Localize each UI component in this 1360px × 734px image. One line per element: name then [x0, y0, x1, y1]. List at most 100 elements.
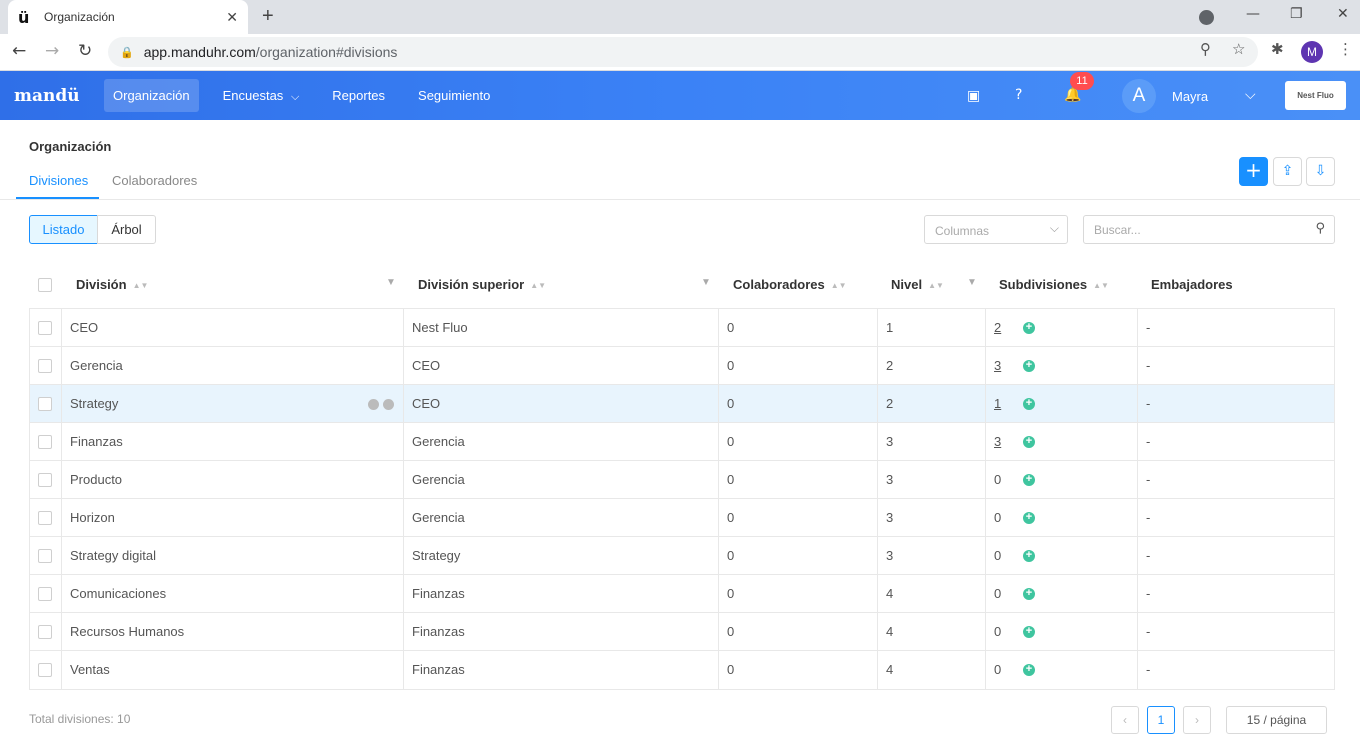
subdivisions-link[interactable]: 2: [994, 320, 1001, 335]
briefcase-icon[interactable]: ▣: [967, 88, 980, 104]
sort-icon[interactable]: ▲▼: [1093, 281, 1109, 290]
sort-icon[interactable]: ▲▼: [928, 281, 944, 290]
add-subdivision-icon[interactable]: +: [1023, 474, 1035, 486]
col-collaborators[interactable]: Colaboradores ▲▼: [733, 277, 847, 292]
zoom-icon[interactable]: ⚲: [1200, 40, 1211, 58]
col-subdivisions[interactable]: Subdivisiones ▲▼: [999, 277, 1109, 292]
chevron-down-icon[interactable]: ⌵: [1245, 87, 1256, 103]
row-checkbox[interactable]: [38, 625, 52, 639]
cell-division[interactable]: Recursos Humanos: [61, 613, 403, 651]
add-subdivision-icon[interactable]: +: [1023, 626, 1035, 638]
cell-division[interactable]: Strategy: [61, 385, 403, 423]
page-button[interactable]: 1: [1147, 706, 1175, 734]
col-division[interactable]: División ▲▼: [76, 277, 148, 292]
row-checkbox[interactable]: [38, 663, 52, 677]
row-checkbox[interactable]: [38, 473, 52, 487]
cell-division[interactable]: Finanzas: [61, 423, 403, 461]
close-tab-icon[interactable]: ✕: [226, 9, 238, 26]
subdivisions-link[interactable]: 3: [994, 358, 1001, 373]
browser-tab[interactable]: ü Organización ✕: [8, 0, 248, 34]
search-icon[interactable]: ⚲: [1315, 221, 1325, 236]
minimize-icon[interactable]: —: [1246, 6, 1260, 22]
brand-logo[interactable]: mandü: [14, 86, 104, 106]
table-row[interactable]: Strategy digital Strategy 0 3 0 + -: [30, 537, 1334, 575]
row-checkbox[interactable]: [38, 511, 52, 525]
view-arbol-button[interactable]: Árbol: [97, 215, 156, 244]
add-subdivision-icon[interactable]: +: [1023, 398, 1035, 410]
download-icon[interactable]: ⇩: [1306, 157, 1335, 186]
extensions-icon[interactable]: ✱: [1271, 40, 1284, 58]
table-row[interactable]: CEO Nest Fluo 0 1 2 + -: [30, 309, 1334, 347]
cell-division[interactable]: Horizon: [61, 499, 403, 537]
add-subdivision-icon[interactable]: +: [1023, 436, 1035, 448]
cell-division[interactable]: CEO: [61, 309, 403, 347]
nav-reportes[interactable]: Reportes: [323, 79, 394, 112]
subdivisions-link[interactable]: 1: [994, 396, 1001, 411]
col-parent[interactable]: División superior ▲▼: [418, 277, 546, 292]
select-all-checkbox[interactable]: [38, 278, 52, 292]
profile-avatar[interactable]: M: [1301, 41, 1323, 63]
forward-icon[interactable]: →: [45, 41, 59, 61]
table-row[interactable]: Ventas Finanzas 0 4 0 + -: [30, 651, 1334, 689]
chrome-menu-icon[interactable]: ⋮: [1338, 40, 1353, 58]
row-checkbox[interactable]: [38, 435, 52, 449]
user-name[interactable]: Mayra: [1172, 89, 1208, 104]
add-subdivision-icon[interactable]: +: [1023, 360, 1035, 372]
add-subdivision-icon[interactable]: +: [1023, 512, 1035, 524]
cell-division[interactable]: Strategy digital: [61, 537, 403, 575]
tab-colaboradores[interactable]: Colaboradores: [112, 173, 197, 188]
sort-icon[interactable]: ▲▼: [530, 281, 546, 290]
add-subdivision-icon[interactable]: +: [1023, 322, 1035, 334]
add-subdivision-icon[interactable]: +: [1023, 664, 1035, 676]
row-checkbox[interactable]: [38, 359, 52, 373]
search-input[interactable]: Buscar... ⚲: [1083, 215, 1335, 244]
upload-icon[interactable]: ⇪: [1273, 157, 1302, 186]
table-row[interactable]: Producto Gerencia 0 3 0 + -: [30, 461, 1334, 499]
prev-page-button[interactable]: ‹: [1111, 706, 1139, 734]
subdivisions-link[interactable]: 3: [994, 434, 1001, 449]
row-checkbox[interactable]: [38, 587, 52, 601]
next-page-button[interactable]: ›: [1183, 706, 1211, 734]
table-row[interactable]: Strategy CEO 0 2 1 + -: [30, 385, 1334, 423]
nav-organizacion[interactable]: Organización: [104, 79, 199, 112]
chrome-profile-icon[interactable]: [1199, 10, 1214, 25]
cell-division[interactable]: Gerencia: [61, 347, 403, 385]
filter-icon[interactable]: ▼: [701, 277, 711, 288]
filter-icon[interactable]: ▼: [967, 277, 977, 288]
nav-seguimiento[interactable]: Seguimiento: [409, 79, 499, 112]
table-row[interactable]: Recursos Humanos Finanzas 0 4 0 + -: [30, 613, 1334, 651]
table-row[interactable]: Gerencia CEO 0 2 3 + -: [30, 347, 1334, 385]
delete-icon[interactable]: [383, 399, 394, 410]
sort-icon[interactable]: ▲▼: [831, 281, 847, 290]
close-window-icon[interactable]: ✕: [1337, 6, 1349, 22]
new-tab-icon[interactable]: +: [262, 5, 274, 28]
cell-division[interactable]: Producto: [61, 461, 403, 499]
filter-icon[interactable]: ▼: [386, 277, 396, 288]
cell-division[interactable]: Ventas: [61, 651, 403, 689]
url-field[interactable]: 🔒 app.manduhr.com/organization#divisions: [108, 37, 1258, 67]
reload-icon[interactable]: ↻: [78, 41, 92, 61]
restore-icon[interactable]: ❐: [1290, 6, 1303, 22]
add-subdivision-icon[interactable]: +: [1023, 550, 1035, 562]
tab-divisiones[interactable]: Divisiones: [29, 173, 88, 188]
cell-division[interactable]: Comunicaciones: [61, 575, 403, 613]
row-checkbox[interactable]: [38, 397, 52, 411]
page-size-select[interactable]: 15 / página: [1226, 706, 1327, 734]
col-level[interactable]: Nivel ▲▼: [891, 277, 944, 292]
columns-select[interactable]: Columnas ⌵: [924, 215, 1068, 244]
row-checkbox[interactable]: [38, 321, 52, 335]
edit-icon[interactable]: [368, 399, 379, 410]
table-row[interactable]: Comunicaciones Finanzas 0 4 0 + -: [30, 575, 1334, 613]
bookmark-star-icon[interactable]: ☆: [1232, 40, 1245, 58]
company-logo[interactable]: Nest Fluo: [1285, 81, 1346, 110]
sort-icon[interactable]: ▲▼: [133, 281, 149, 290]
row-checkbox[interactable]: [38, 549, 52, 563]
help-icon[interactable]: ?: [1015, 87, 1022, 103]
add-subdivision-icon[interactable]: +: [1023, 588, 1035, 600]
table-row[interactable]: Horizon Gerencia 0 3 0 + -: [30, 499, 1334, 537]
back-icon[interactable]: ←: [12, 41, 26, 61]
table-row[interactable]: Finanzas Gerencia 0 3 3 + -: [30, 423, 1334, 461]
view-listado-button[interactable]: Listado: [29, 215, 98, 244]
user-avatar[interactable]: A: [1122, 79, 1156, 113]
nav-encuestas[interactable]: Encuestas ⌵: [214, 79, 309, 113]
